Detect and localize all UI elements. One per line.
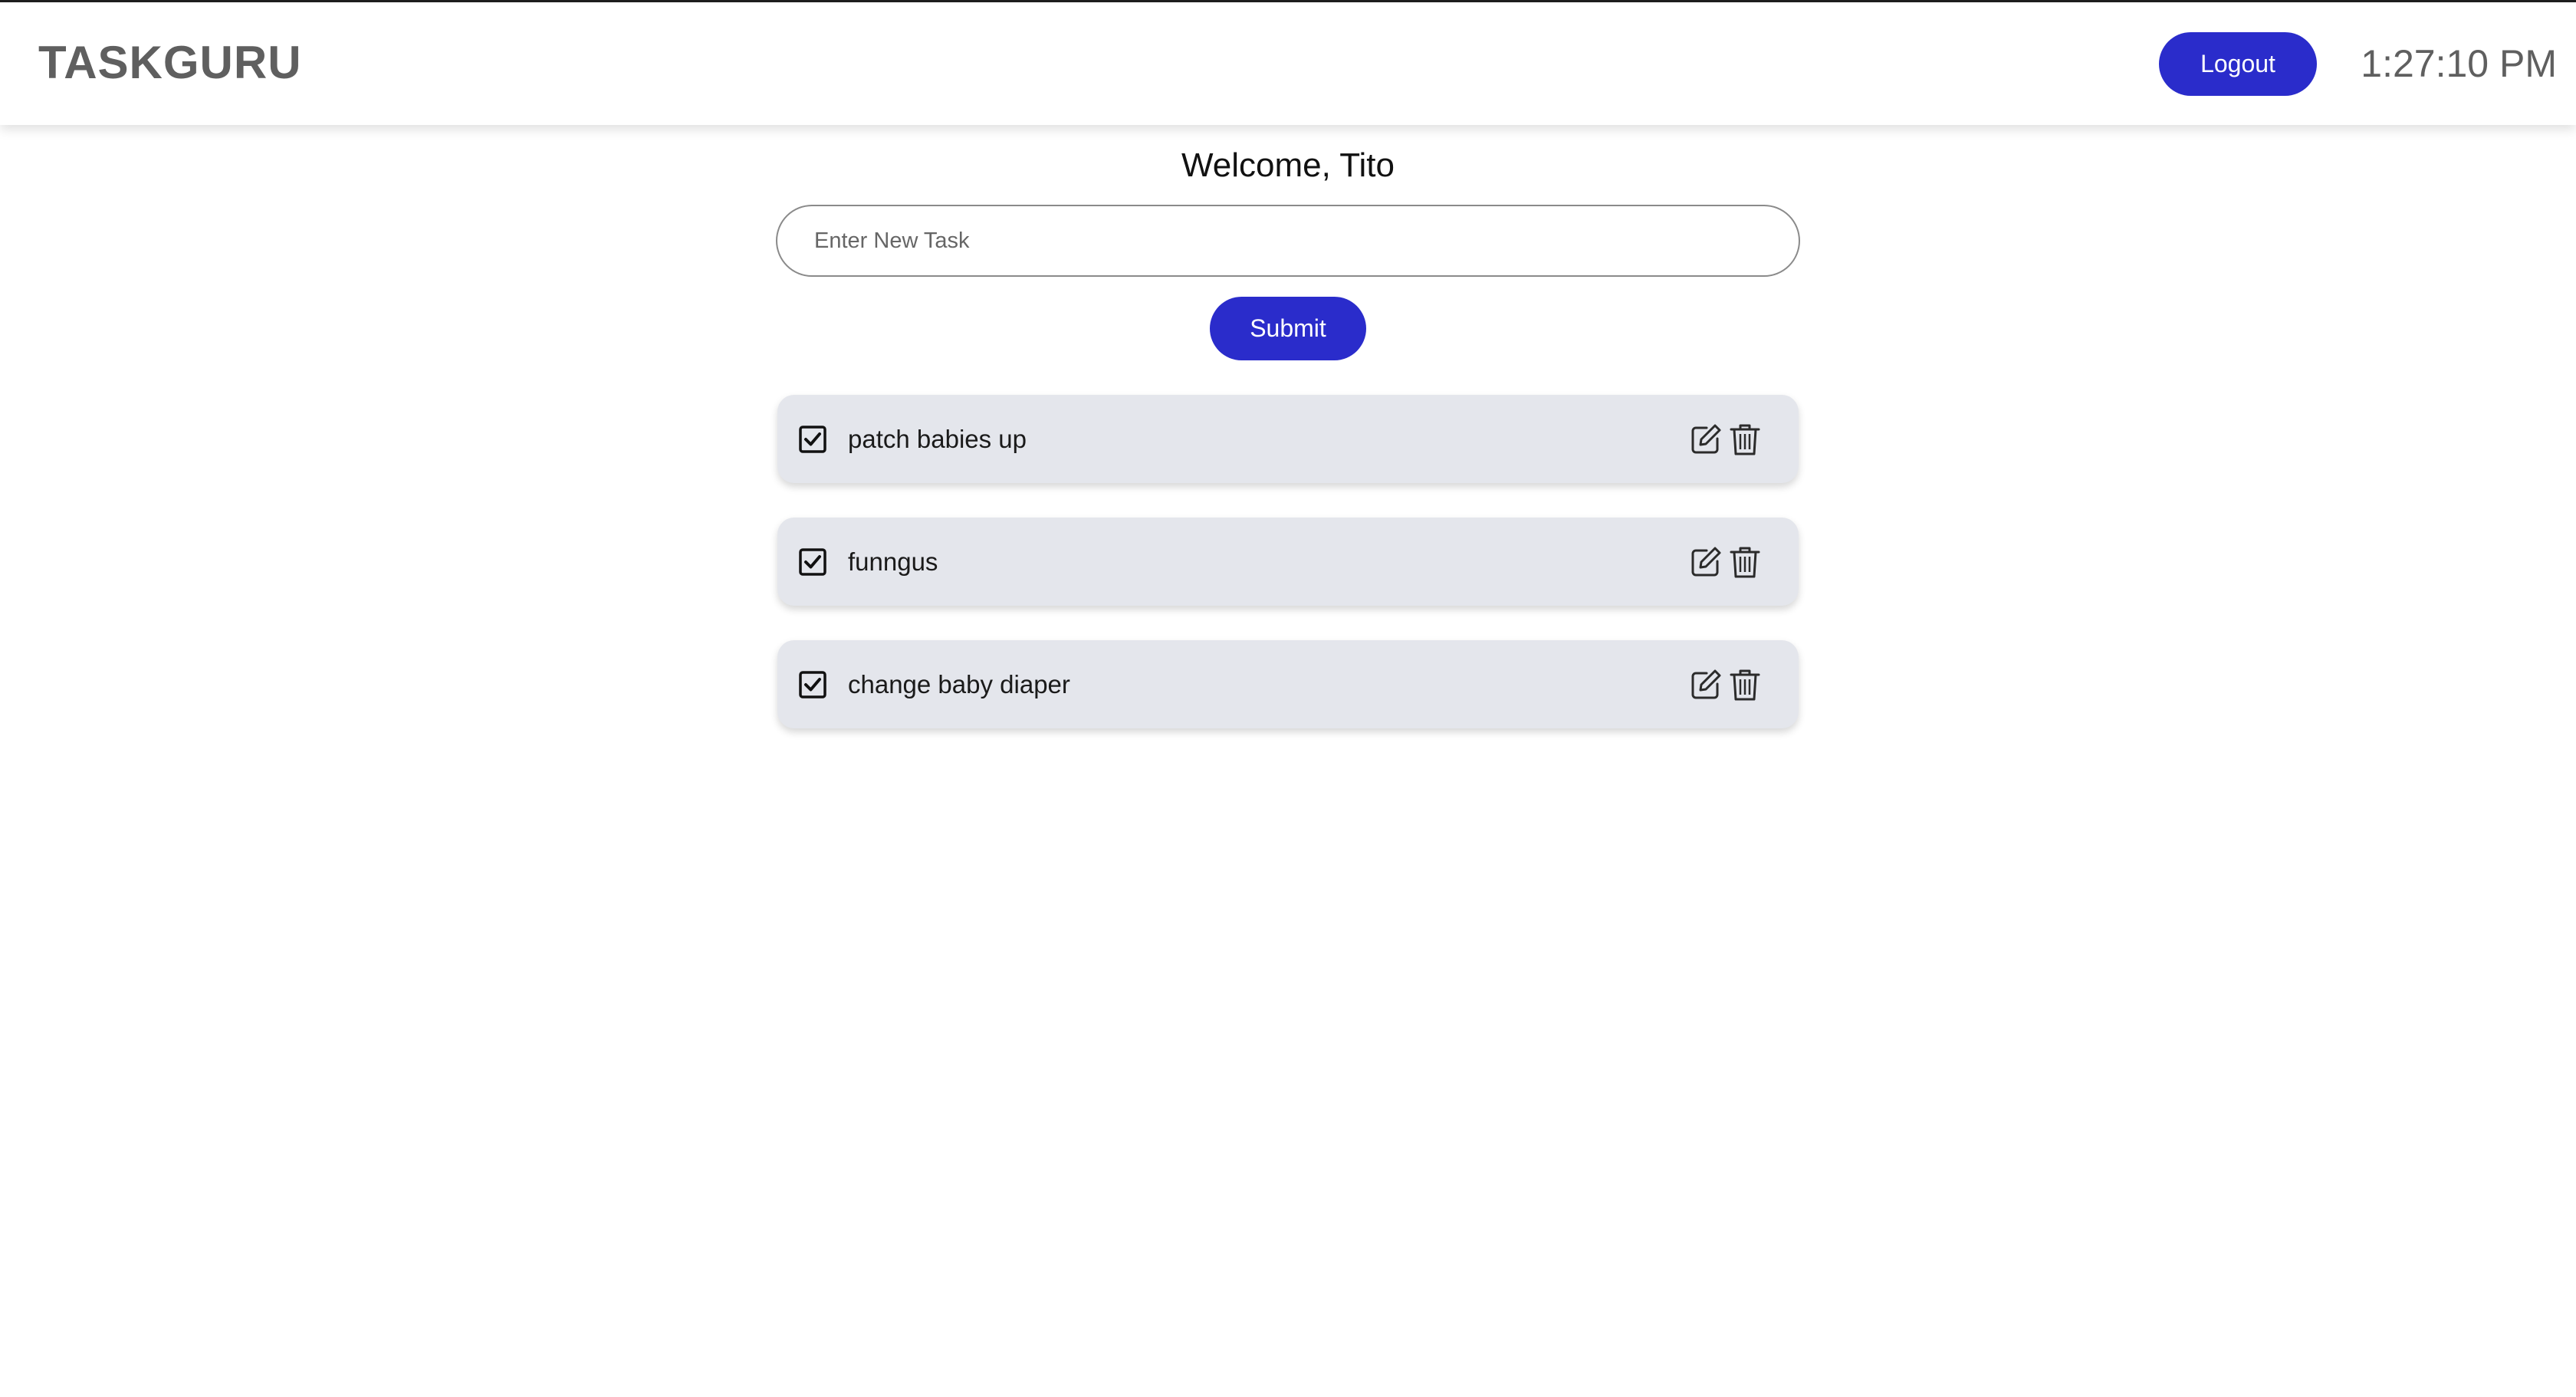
trash-icon[interactable]	[1729, 422, 1761, 456]
submit-button[interactable]: Submit	[1210, 297, 1366, 360]
new-task-input[interactable]	[776, 205, 1800, 277]
welcome-message: Welcome, Tito	[1181, 146, 1395, 184]
task-item: funngus	[777, 518, 1799, 606]
edit-icon[interactable]	[1690, 546, 1722, 578]
checkbox-checked-icon[interactable]	[799, 548, 826, 576]
checkbox-checked-icon[interactable]	[799, 426, 826, 453]
trash-icon[interactable]	[1729, 545, 1761, 579]
trash-icon[interactable]	[1729, 668, 1761, 702]
task-list: patch babies up funngus change baby diap…	[777, 395, 1799, 763]
task-label: change baby diaper	[848, 670, 1070, 698]
task-item: change baby diaper	[777, 640, 1799, 728]
app-header: TASKGURU Logout 1:27:10 PM	[0, 2, 2576, 125]
task-label: patch babies up	[848, 425, 1027, 453]
edit-icon[interactable]	[1690, 423, 1722, 455]
logout-button[interactable]: Logout	[2159, 32, 2317, 96]
task-label: funngus	[848, 547, 938, 576]
clock-display: 1:27:10 PM	[2361, 42, 2557, 85]
edit-icon[interactable]	[1690, 669, 1722, 701]
checkbox-checked-icon[interactable]	[799, 671, 826, 698]
task-item: patch babies up	[777, 395, 1799, 483]
app-logo-text: TASKGURU	[38, 37, 302, 88]
